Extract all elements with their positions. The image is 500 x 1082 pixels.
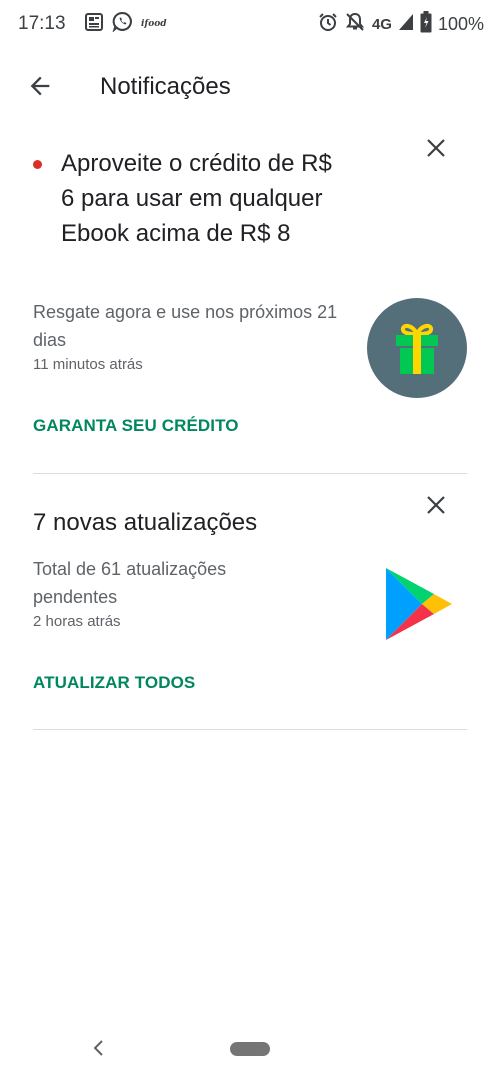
divider (33, 729, 467, 730)
dismiss-button[interactable] (418, 489, 454, 525)
nav-back-button[interactable] (84, 1036, 112, 1064)
gift-icon (367, 298, 467, 398)
page-title: Notificações (100, 73, 231, 100)
status-time: 17:13 (18, 13, 66, 34)
nav-home-pill[interactable] (230, 1042, 270, 1056)
notification-time: 2 horas atrás (33, 613, 121, 630)
arrow-back-icon (26, 72, 54, 105)
close-icon (426, 138, 446, 163)
signal-icon (398, 13, 414, 36)
google-play-icon (384, 566, 454, 642)
ifood-icon: ifood (141, 19, 167, 29)
notifications-off-icon (344, 12, 366, 37)
nav-back-icon (91, 1039, 105, 1062)
back-button[interactable] (20, 70, 60, 106)
unread-dot (33, 160, 42, 169)
alarm-icon (318, 12, 338, 37)
notification-time: 11 minutos atrás (33, 356, 143, 373)
notification-body: Total de 61 atualizações pendentes (33, 559, 227, 607)
notification-card: 7 novas atualizações Total de 61 atualiz… (0, 474, 500, 730)
news-icon (84, 12, 104, 37)
status-bar: 17:13 ifood 4G 100% (0, 0, 500, 48)
status-right-icons: 4G 100% (318, 10, 484, 38)
dismiss-button[interactable] (418, 132, 454, 168)
whatsapp-icon (112, 11, 133, 37)
status-left-icons: ifood (84, 11, 167, 37)
notification-card: Aproveite o crédito de R$ 6 para usar em… (0, 130, 500, 474)
notification-title: 7 novas atualizações (33, 509, 258, 536)
battery-percent: 100% (437, 13, 484, 34)
claim-credit-button[interactable]: GARANTA SEU CRÉDITO (33, 416, 239, 436)
top-app-bar: Notificações (0, 60, 500, 116)
notification-title: Aproveite o crédito de R$ 6 para usar em… (61, 150, 332, 247)
update-all-button[interactable]: ATUALIZAR TODOS (33, 673, 195, 693)
battery-icon (420, 10, 432, 38)
network-type: 4G (371, 15, 392, 33)
notification-body: Resgate agora e use nos próximos 21 dias (33, 302, 338, 350)
close-icon (426, 495, 446, 520)
